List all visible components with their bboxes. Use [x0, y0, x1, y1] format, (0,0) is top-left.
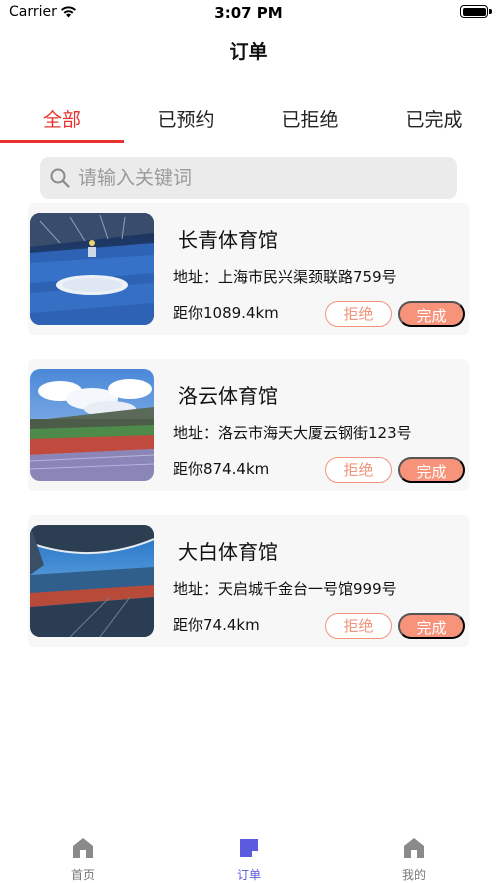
tab-completed[interactable]: 已完成 — [372, 104, 496, 144]
complete-button[interactable]: 完成 — [398, 457, 465, 483]
venue-name: 长青体育馆 — [178, 228, 278, 252]
profile-icon — [404, 838, 424, 858]
reject-button[interactable]: 拒绝 — [325, 301, 392, 327]
tab-rejected[interactable]: 已拒绝 — [248, 104, 372, 144]
search-bar — [40, 157, 457, 199]
venue-photo — [30, 213, 154, 325]
tabbar-label: 首页 — [70, 868, 95, 882]
order-card[interactable]: 洛云体育馆 地址：洛云市海天大厦云钢街123号 距你874.4km 拒绝 完成 — [28, 359, 469, 491]
reject-button[interactable]: 拒绝 — [325, 457, 392, 483]
tabbar-home[interactable]: 首页 — [0, 826, 166, 883]
order-card[interactable]: 长青体育馆 地址：上海市民兴渠颈联路759号 距你1089.4km 拒绝 完成 — [28, 203, 469, 335]
venue-photo — [30, 369, 154, 481]
venue-name: 洛云体育馆 — [178, 384, 278, 408]
battery-tip — [489, 9, 492, 14]
status-bar: Carrier 3:07 PM — [0, 0, 497, 26]
order-icon — [240, 839, 258, 857]
venue-distance: 距你74.4km — [173, 616, 260, 634]
bottom-tab-bar: 首页 订单 我的 — [0, 826, 497, 883]
venue-address: 地址：上海市民兴渠颈联路759号 — [173, 268, 397, 286]
page-title: 订单 — [229, 41, 268, 63]
reject-button[interactable]: 拒绝 — [325, 613, 392, 639]
search-icon — [50, 168, 70, 188]
tabbar-orders[interactable]: 订单 — [166, 826, 332, 883]
tab-reserved[interactable]: 已预约 — [124, 104, 248, 144]
search-input[interactable] — [78, 157, 448, 199]
tabbar-profile[interactable]: 我的 — [331, 826, 497, 883]
active-tab-indicator — [0, 140, 124, 143]
order-card[interactable]: 大白体育馆 地址：天启城千金台一号馆999号 距你74.4km 拒绝 完成 — [28, 515, 469, 647]
venue-photo — [30, 525, 154, 637]
tabbar-label: 我的 — [401, 868, 426, 882]
venue-distance: 距你874.4km — [173, 460, 270, 478]
home-icon — [73, 838, 93, 858]
venue-address: 地址：洛云市海天大厦云钢街123号 — [173, 424, 412, 442]
tab-all[interactable]: 全部 — [0, 104, 124, 144]
order-tabs: 全部 已预约 已拒绝 已完成 — [0, 104, 497, 144]
venue-address: 地址：天启城千金台一号馆999号 — [173, 580, 397, 598]
complete-button[interactable]: 完成 — [398, 301, 465, 327]
complete-button[interactable]: 完成 — [398, 613, 465, 639]
venue-name: 大白体育馆 — [178, 540, 278, 564]
tabbar-label: 订单 — [236, 868, 261, 882]
status-time: 3:07 PM — [214, 4, 283, 22]
battery-icon — [460, 5, 488, 18]
venue-distance: 距你1089.4km — [173, 304, 279, 322]
